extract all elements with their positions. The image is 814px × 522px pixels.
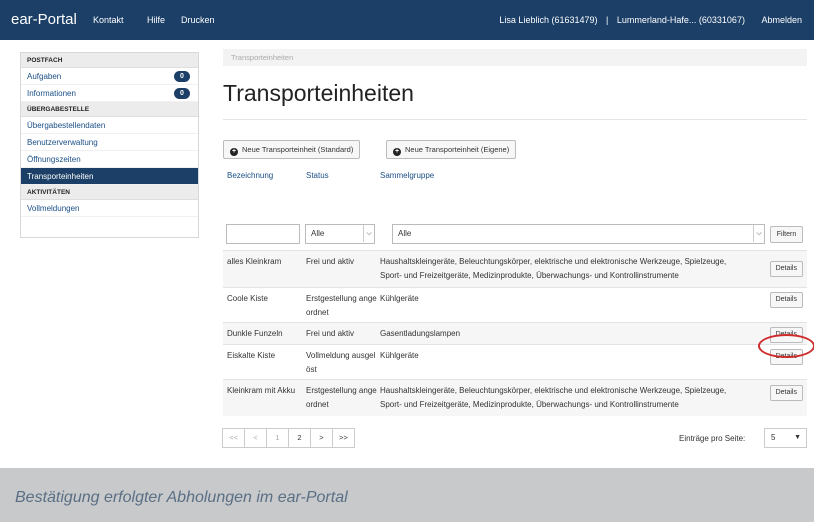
logout-link[interactable]: Abmelden bbox=[761, 15, 802, 25]
page-1-button[interactable]: 1 bbox=[266, 428, 289, 448]
page-prev-button[interactable]: < bbox=[244, 428, 267, 448]
cell-status-line: ordnet bbox=[306, 400, 329, 409]
divider bbox=[223, 119, 807, 120]
cell-status: Erstgestellung ange ordnet bbox=[306, 384, 377, 412]
cell-group-line: Haushaltskleingeräte, Beleuchtungskörper… bbox=[380, 257, 727, 266]
cell-group: Kühlgeräte bbox=[380, 351, 419, 360]
section-uebergabestelle: ÜBERGABESTELLE bbox=[21, 102, 198, 117]
cell-group: Haushaltskleingeräte, Beleuchtungskörper… bbox=[380, 384, 726, 412]
page-first-button[interactable]: << bbox=[222, 428, 245, 448]
cell-name: alles Kleinkram bbox=[227, 257, 282, 266]
count-badge: 0 bbox=[174, 88, 190, 99]
top-navigation-bar: ear-Portal Kontakt Hilfe Drucken Lisa Li… bbox=[0, 0, 814, 40]
sidebar-item-uebergabestellendaten[interactable]: Übergabestellendaten bbox=[21, 117, 198, 134]
brand-logo[interactable]: ear-Portal bbox=[11, 11, 77, 28]
cell-status-line: Erstgestellung ange bbox=[306, 386, 377, 395]
sidebar-item-transporteinheiten[interactable]: Transporteinheiten bbox=[21, 168, 198, 185]
count-badge: 0 bbox=[174, 71, 190, 82]
sidebar-item-aufgaben[interactable]: Aufgaben 0 bbox=[21, 68, 198, 85]
table-row: Eiskalte Kiste Vollmeldung ausgel öst Küh… bbox=[223, 344, 807, 379]
column-header-status[interactable]: Status bbox=[306, 171, 329, 180]
sidebar-item-label: Aufgaben bbox=[27, 72, 62, 81]
sidebar: POSTFACH Aufgaben 0 Informationen 0 ÜBER… bbox=[20, 52, 199, 238]
cell-group-line: Haushaltskleingeräte, Beleuchtungskörper… bbox=[380, 386, 727, 395]
nav-drucken[interactable]: Drucken bbox=[181, 15, 215, 25]
separator: | bbox=[606, 15, 609, 25]
cell-name: Eiskalte Kiste bbox=[227, 351, 276, 360]
column-header-bezeichnung[interactable]: Bezeichnung bbox=[227, 171, 273, 180]
table-row: Kleinkram mit Akku Erstgestellung ange or… bbox=[223, 379, 807, 416]
details-button[interactable]: Details bbox=[769, 292, 803, 308]
cell-status-line: ordnet bbox=[306, 308, 329, 317]
sidebar-item-benutzerverwaltung[interactable]: Benutzerverwaltung bbox=[21, 134, 198, 151]
cell-name: Coole Kiste bbox=[227, 294, 268, 303]
select-value: 5 bbox=[771, 433, 776, 442]
nav-hilfe[interactable]: Hilfe bbox=[147, 15, 165, 25]
button-label: Neue Transporteinheit (Standard) bbox=[242, 145, 354, 154]
sidebar-item-vollmeldungen[interactable]: Vollmeldungen bbox=[21, 200, 198, 217]
plus-circle-icon: + bbox=[230, 148, 238, 156]
cell-status: Vollmeldung ausgel öst bbox=[306, 349, 375, 377]
cell-status-line: öst bbox=[306, 365, 317, 374]
cell-status-line: Erstgestellung ange bbox=[306, 294, 377, 303]
per-page-label: Einträge pro Seite: bbox=[679, 434, 746, 443]
page-2-button[interactable]: 2 bbox=[288, 428, 311, 448]
details-button[interactable]: Details bbox=[769, 261, 803, 277]
nav-kontakt[interactable]: Kontakt bbox=[93, 15, 124, 25]
per-page-select[interactable]: 5 ▼ bbox=[764, 428, 807, 448]
cell-status-line: Vollmeldung ausgel bbox=[306, 351, 376, 360]
section-postfach: POSTFACH bbox=[21, 53, 198, 68]
page-next-button[interactable]: > bbox=[310, 428, 333, 448]
table-row: Coole Kiste Erstgestellung ange ordnet Kü… bbox=[223, 287, 807, 322]
cell-group-line: Sport- und Freizeitgeräte, Medizinproduk… bbox=[380, 271, 679, 280]
organization-name[interactable]: Lummerland-Hafe... (60331067) bbox=[617, 15, 745, 25]
column-header-sammelgruppe[interactable]: Sammelgruppe bbox=[380, 171, 434, 180]
cell-name: Dunkle Funzeln bbox=[227, 329, 283, 338]
page-last-button[interactable]: >> bbox=[332, 428, 355, 448]
figure-caption: Bestätigung erfolgter Abholungen im ear-… bbox=[15, 489, 348, 506]
cell-group-line: Sport- und Freizeitgeräte, Medizinproduk… bbox=[380, 400, 679, 409]
cell-group: Haushaltskleingeräte, Beleuchtungskörper… bbox=[380, 255, 726, 283]
button-label: Neue Transporteinheit (Eigene) bbox=[405, 145, 510, 154]
section-aktivitaeten: AKTIVITÄTEN bbox=[21, 185, 198, 200]
transport-units-table: alles Kleinkram Frei und aktiv Haushalts… bbox=[223, 208, 807, 416]
cell-name: Kleinkram mit Akku bbox=[227, 386, 296, 395]
cell-status: Erstgestellung ange ordnet bbox=[306, 292, 377, 320]
cell-status: Frei und aktiv bbox=[306, 329, 355, 338]
new-standard-button[interactable]: + Neue Transporteinheit (Standard) bbox=[223, 140, 361, 159]
highlight-ellipse bbox=[758, 334, 814, 358]
user-name[interactable]: Lisa Lieblich (61631479) bbox=[499, 15, 597, 25]
plus-circle-icon: + bbox=[393, 148, 401, 156]
table-row: Dunkle Funzeln Frei und aktiv Gasentladu… bbox=[223, 322, 807, 344]
caret-down-icon: ▼ bbox=[794, 434, 801, 441]
breadcrumb[interactable]: Transporteinheiten bbox=[223, 49, 807, 66]
page-title: Transporteinheiten bbox=[223, 80, 414, 106]
details-button[interactable]: Details bbox=[769, 385, 803, 401]
new-custom-button[interactable]: + Neue Transporteinheit (Eigene) bbox=[386, 140, 517, 159]
pagination: << < 1 2 > >> bbox=[222, 428, 355, 448]
cell-group: Kühlgeräte bbox=[380, 294, 419, 303]
sidebar-item-oeffnungszeiten[interactable]: Öffnungszeiten bbox=[21, 151, 198, 168]
cell-group: Gasentladungslampen bbox=[380, 329, 461, 338]
user-info: Lisa Lieblich (61631479) | Lummerland-Ha… bbox=[493, 15, 802, 25]
sidebar-item-informationen[interactable]: Informationen 0 bbox=[21, 85, 198, 102]
cell-status: Frei und aktiv bbox=[306, 257, 355, 266]
sidebar-item-label: Informationen bbox=[27, 89, 76, 98]
table-row: alles Kleinkram Frei und aktiv Haushalts… bbox=[223, 250, 807, 287]
